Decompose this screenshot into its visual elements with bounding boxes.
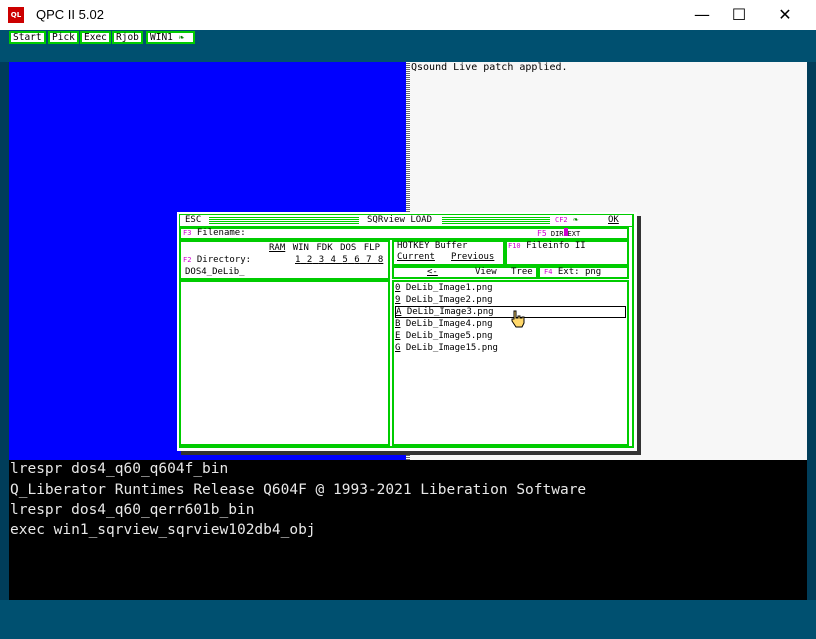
button-bar: Start Pick Exec Rjob WIN1 ❧ bbox=[0, 30, 816, 62]
hotkey-current[interactable]: Current bbox=[397, 252, 435, 262]
header-stripe bbox=[209, 217, 359, 224]
rjob-button[interactable]: Rjob bbox=[112, 31, 143, 44]
file-name: DeLib_Image3.png bbox=[406, 307, 494, 317]
file-hotkey: 0 bbox=[395, 283, 401, 293]
window-title-bar: QL QPC II 5.02 — ☐ ✕ bbox=[0, 0, 816, 30]
leaf-icon: ❧ bbox=[178, 32, 185, 43]
file-hotkey: E bbox=[395, 331, 401, 341]
pick-button[interactable]: Pick bbox=[48, 31, 79, 44]
f4-key: F4 bbox=[544, 268, 553, 276]
cf2-key: CF2 bbox=[555, 216, 568, 224]
back-button[interactable]: <- bbox=[427, 267, 438, 277]
directory-value[interactable]: DOS4_DeLib_ bbox=[185, 267, 245, 277]
console-line: Q_Liberator Runtimes Release Q604F @ 199… bbox=[10, 482, 587, 498]
console-line: lrespr dos4_q60_q604f_bin bbox=[10, 461, 229, 477]
desktop-strip bbox=[0, 600, 816, 639]
filename-label: F3 Filename: bbox=[183, 228, 246, 238]
device-dos[interactable]: DOS bbox=[340, 243, 356, 253]
cf2-button[interactable]: CF2 ❧ bbox=[555, 215, 579, 225]
app-icon[interactable]: QL bbox=[8, 7, 24, 23]
close-button[interactable]: ✕ bbox=[762, 0, 808, 30]
file-item[interactable]: E DeLib_Image5.png bbox=[395, 330, 493, 342]
file-hotkey: G bbox=[395, 343, 401, 353]
hand-cursor-icon bbox=[511, 310, 525, 328]
drive-4[interactable]: 4 bbox=[331, 255, 336, 265]
fileinfo-label: F10 Fileinfo II bbox=[508, 241, 586, 251]
directory-text: Directory: bbox=[196, 255, 252, 265]
esc-button[interactable]: ESC bbox=[185, 215, 201, 225]
device-win[interactable]: WIN bbox=[293, 243, 309, 253]
console-line: lrespr dos4_q60_qerr601b_bin bbox=[10, 502, 255, 518]
ext-filter-text: Ext: png bbox=[557, 267, 602, 277]
hotkey-previous[interactable]: Previous bbox=[451, 252, 494, 262]
device-ram[interactable]: RAM bbox=[269, 243, 285, 253]
file-item[interactable]: 9 DeLib_Image2.png bbox=[395, 294, 493, 306]
file-hotkey: A bbox=[396, 307, 402, 317]
drive-5[interactable]: 5 bbox=[342, 255, 347, 265]
f2-key: F2 bbox=[183, 256, 192, 264]
exec-button[interactable]: Exec bbox=[80, 31, 111, 44]
dir-ext-toggle[interactable]: F5 DIR EXT bbox=[537, 228, 580, 238]
dir-label: DIR bbox=[550, 230, 564, 238]
ext-label: EXT bbox=[567, 230, 581, 238]
device-fdk[interactable]: FDK bbox=[316, 243, 332, 253]
tree-button[interactable]: Tree bbox=[511, 267, 533, 277]
f3-key: F3 bbox=[183, 229, 192, 237]
ok-button[interactable]: OK bbox=[608, 215, 619, 225]
status-message: Qsound Live patch applied. bbox=[411, 62, 568, 73]
file-name: DeLib_Image1.png bbox=[405, 283, 493, 293]
dialog-right-border bbox=[632, 214, 634, 446]
console-line: exec win1_sqrview_sqrview102db4_obj bbox=[10, 522, 316, 538]
file-item[interactable]: 0 DeLib_Image1.png bbox=[395, 282, 493, 294]
start-button[interactable]: Start bbox=[9, 31, 46, 44]
file-item[interactable]: G DeLib_Image15.png bbox=[395, 342, 498, 354]
maximize-button[interactable]: ☐ bbox=[716, 0, 762, 30]
file-name: DeLib_Image2.png bbox=[405, 295, 493, 305]
win1-button[interactable]: WIN1 ❧ bbox=[146, 31, 195, 44]
drive-2[interactable]: 2 bbox=[307, 255, 312, 265]
win1-label: WIN1 bbox=[150, 32, 173, 43]
f10-key: F10 bbox=[508, 242, 521, 250]
window-title: QPC II 5.02 bbox=[36, 7, 104, 22]
file-hotkey: B bbox=[395, 319, 401, 329]
header-stripe bbox=[442, 217, 550, 224]
dialog-title: SQRview LOAD bbox=[367, 215, 433, 225]
view-button[interactable]: View bbox=[475, 267, 497, 277]
drive-8[interactable]: 8 bbox=[378, 255, 383, 265]
drive-6[interactable]: 6 bbox=[354, 255, 359, 265]
dialog-bottom-border bbox=[179, 446, 634, 448]
drive-7[interactable]: 7 bbox=[366, 255, 371, 265]
file-hotkey: 9 bbox=[395, 295, 401, 305]
device-list: RAM WIN FDK DOS FLP bbox=[269, 243, 380, 253]
file-name: DeLib_Image15.png bbox=[405, 343, 498, 353]
drive-numbers: 1 2 3 4 5 6 7 8 bbox=[295, 255, 383, 265]
directory-list[interactable] bbox=[179, 280, 390, 446]
drive-3[interactable]: 3 bbox=[319, 255, 324, 265]
fileinfo-text: Fileinfo II bbox=[526, 241, 586, 251]
drive-1[interactable]: 1 bbox=[295, 255, 300, 265]
file-item[interactable]: B DeLib_Image4.png bbox=[395, 318, 493, 330]
file-name: DeLib_Image5.png bbox=[405, 331, 493, 341]
hotkey-buffer-label: HOTKEY Buffer bbox=[397, 241, 468, 251]
leaf-icon: ❧ bbox=[573, 215, 579, 225]
device-flp[interactable]: FLP bbox=[364, 243, 380, 253]
ext-filter: F4 Ext: png bbox=[544, 267, 601, 277]
filename-text: Filename: bbox=[196, 228, 246, 238]
f5-key: F5 bbox=[537, 229, 547, 238]
directory-label: F2 Directory: bbox=[183, 255, 251, 265]
file-name: DeLib_Image4.png bbox=[405, 319, 493, 329]
